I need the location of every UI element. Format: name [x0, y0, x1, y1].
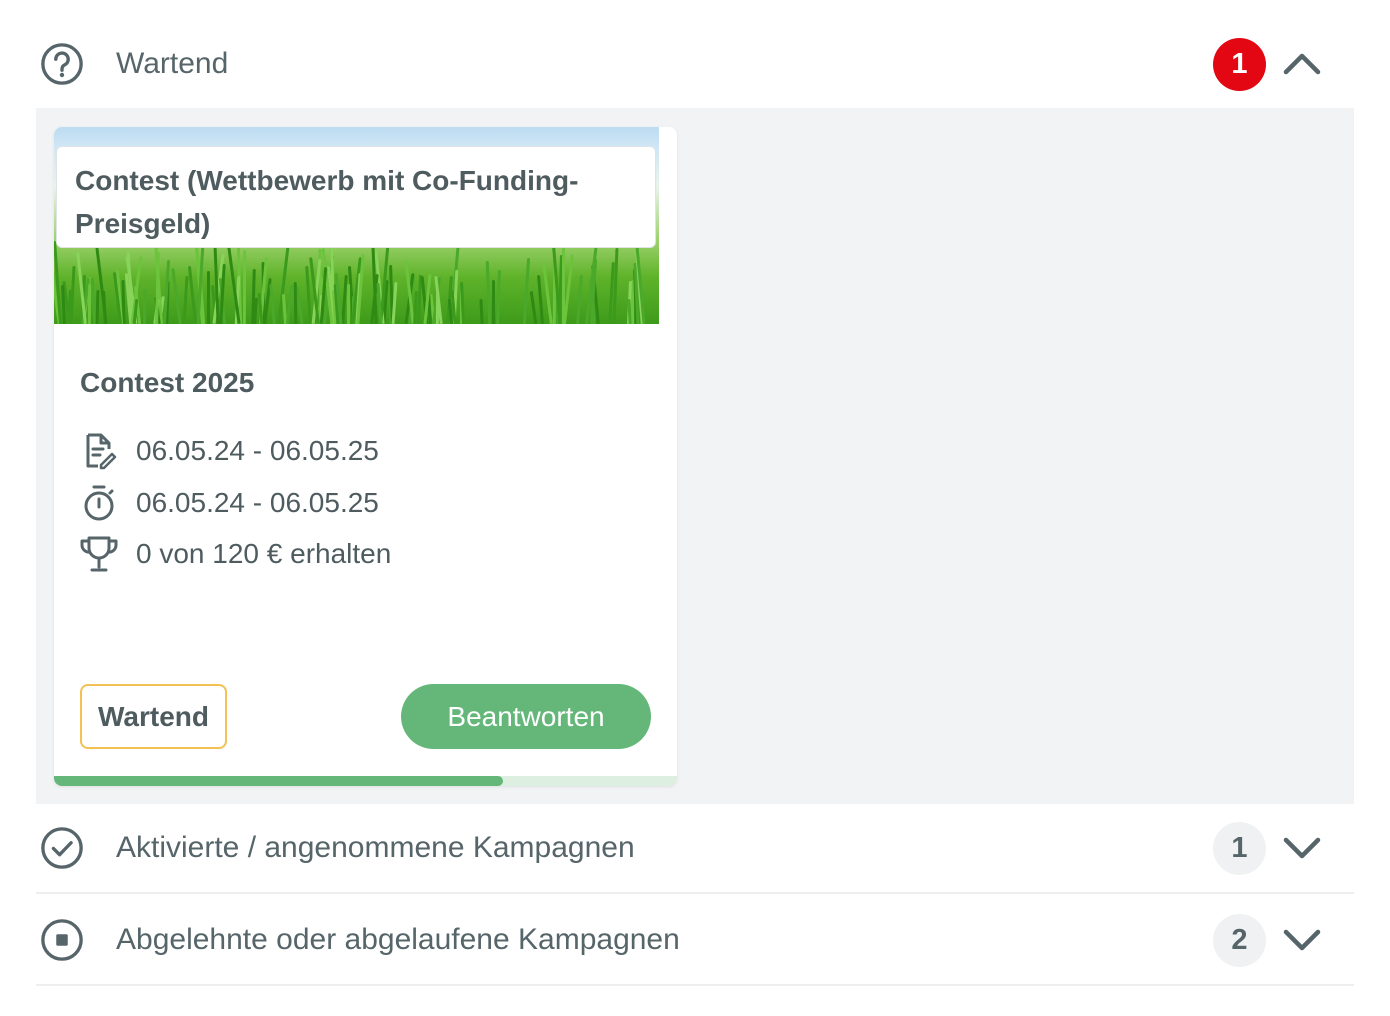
section-title-waiting: Wartend [116, 47, 229, 80]
chevron-down-icon[interactable] [1282, 920, 1322, 960]
grass-blade [496, 269, 501, 324]
check-circle-icon [40, 826, 84, 870]
grass-blade [285, 284, 294, 324]
stop-circle-icon [40, 918, 84, 962]
run-period-text: 06.05.24 - 06.05.25 [136, 487, 379, 518]
document-edit-icon [78, 431, 120, 471]
campaign-progress-bar [54, 776, 677, 786]
section-header-waiting[interactable]: Wartend 1 [36, 36, 1354, 92]
grass-blade [142, 288, 147, 324]
grass-blade [576, 274, 583, 324]
grass-blade [537, 274, 544, 324]
application-period-text: 06.05.24 - 06.05.25 [136, 435, 379, 466]
campaign-card[interactable]: Contest (Wettbewerb mit Co-Funding-Preis… [54, 127, 677, 786]
waiting-count-badge: 1 [1213, 37, 1266, 91]
campaign-name: Contest 2025 [80, 367, 255, 398]
grass-blade [69, 265, 76, 324]
grass-blade [102, 290, 107, 324]
grass-blade [182, 275, 189, 324]
grass-blade [485, 260, 492, 324]
chevron-down-icon[interactable] [1282, 828, 1322, 868]
trophy-icon [78, 534, 120, 574]
section-title-declined: Abgelehnte oder abgelaufene Kampagnen [116, 923, 680, 956]
grass-blade [95, 289, 100, 324]
active-count-badge: 1 [1213, 821, 1266, 875]
grass-blade [435, 290, 440, 324]
section-header-active[interactable]: Aktivierte / angenommene Kampagnen 1 [36, 820, 1354, 876]
divider [36, 984, 1354, 986]
application-period-row: 06.05.24 - 06.05.25 [78, 431, 379, 471]
grass-blade [171, 268, 182, 324]
grass-blade [479, 298, 484, 324]
grass-blade [491, 279, 496, 324]
prize-status-text: 0 von 120 € erhalten [136, 538, 392, 569]
grass-blade [293, 281, 298, 324]
grass-blade [542, 263, 553, 324]
grass-blade [529, 290, 538, 324]
waiting-campaigns-panel: Contest (Wettbewerb mit Co-Funding-Preis… [36, 108, 1354, 804]
divider [36, 892, 1354, 894]
status-badge: Wartend [80, 684, 227, 749]
grass-blade [460, 281, 465, 324]
prize-row: 0 von 120 € erhalten [78, 534, 391, 574]
grass-blade [187, 266, 198, 324]
grass-blade [87, 283, 92, 324]
grass-blade [561, 241, 566, 324]
stopwatch-icon [78, 483, 120, 523]
declined-count-badge: 2 [1213, 913, 1266, 967]
section-header-declined[interactable]: Abgelehnte oder abgelaufene Kampagnen 2 [36, 912, 1354, 968]
answer-button[interactable]: Beantworten [401, 684, 651, 749]
grass-blade [242, 249, 247, 324]
section-title-active: Aktivierte / angenommene Kampagnen [116, 831, 635, 864]
chevron-up-icon[interactable] [1282, 44, 1322, 84]
campaign-progress-fill [54, 776, 503, 786]
grass-blade [206, 270, 211, 324]
run-period-row: 06.05.24 - 06.05.25 [78, 483, 379, 523]
question-circle-icon [40, 42, 84, 86]
grass-blade [269, 283, 276, 324]
campaign-type-title: Contest (Wettbewerb mit Co-Funding-Preis… [56, 146, 656, 248]
grass-blade [346, 283, 351, 324]
